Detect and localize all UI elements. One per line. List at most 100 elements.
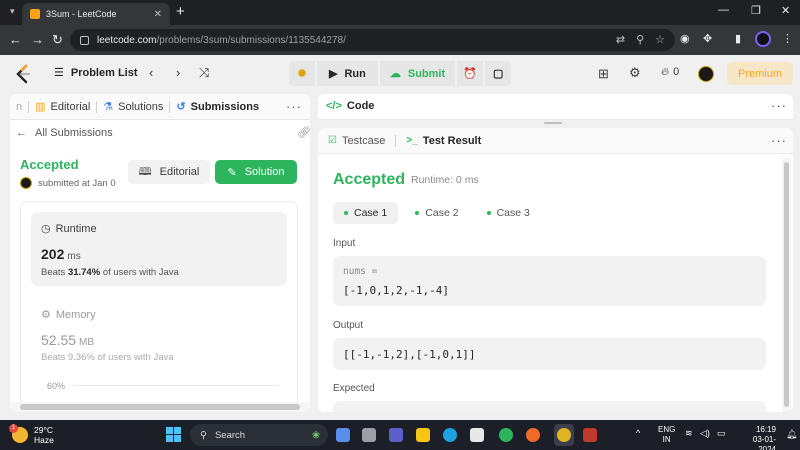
zoom-icon[interactable]: ⚲: [636, 33, 644, 46]
battery-icon[interactable]: ▭: [717, 428, 726, 439]
book-icon: ▥: [35, 101, 46, 113]
result-more-options-icon[interactable]: ···: [771, 133, 787, 148]
bookmark-star-icon[interactable]: ☆: [655, 33, 665, 46]
streak-counter[interactable]: 🔥︎ 0: [661, 66, 679, 79]
browser-profile-avatar[interactable]: [755, 31, 771, 47]
weather-condition: Haze: [34, 435, 54, 445]
tab-search-icon[interactable]: ▾: [10, 6, 22, 18]
tab-testcase[interactable]: ☑ Testcase: [318, 135, 395, 147]
chrome-menu-icon[interactable]: ⋮: [782, 32, 793, 45]
code-panel-header: </> Code ···: [318, 94, 793, 120]
tab-solutions[interactable]: ⚗ Solutions: [97, 94, 169, 120]
maximize-icon[interactable]: ❐: [751, 4, 761, 17]
share-link-icon[interactable]: 🔗︎: [297, 126, 310, 139]
panel-resize-handle[interactable]: [544, 122, 562, 124]
forward-icon[interactable]: →: [31, 31, 44, 49]
next-problem-icon[interactable]: ›: [176, 65, 180, 80]
start-windows-icon[interactable]: [166, 427, 181, 442]
new-tab-button[interactable]: +: [176, 4, 185, 20]
browser-tab[interactable]: 3Sum - LeetCode ✕: [22, 3, 170, 25]
teams-app-icon[interactable]: [389, 428, 403, 442]
case-tab-1[interactable]: Case 1: [333, 202, 399, 224]
taskbar-search[interactable]: ⚲ Search ❀: [190, 424, 328, 446]
bug-icon: ✹: [297, 68, 307, 80]
timer-button[interactable]: ⏰: [457, 61, 484, 86]
file-explorer-icon[interactable]: [416, 428, 430, 442]
layout-grid-icon[interactable]: ⊞: [598, 66, 609, 82]
horizontal-scrollbar[interactable]: [10, 402, 310, 412]
reload-icon[interactable]: ↻: [52, 31, 63, 49]
runtime-value: 202: [41, 246, 65, 262]
runtime-unit: ms: [67, 251, 81, 262]
notification-bell-icon[interactable]: 🔔︎: [786, 429, 797, 440]
scrollbar-thumb[interactable]: [20, 404, 300, 410]
user-avatar[interactable]: [698, 66, 714, 82]
submit-button[interactable]: ☁ Submit: [379, 61, 456, 86]
fire-icon: 🔥︎: [661, 66, 670, 78]
side-panel-icon[interactable]: ▮: [735, 32, 741, 45]
store-app-icon[interactable]: [470, 428, 484, 442]
all-submissions-link[interactable]: ← All Submissions: [16, 127, 113, 139]
output-label: Output: [333, 320, 364, 331]
back-icon[interactable]: ←: [9, 31, 22, 49]
tab-editorial[interactable]: ▥ Editorial: [29, 94, 96, 120]
problem-list-button[interactable]: ☰ Problem List: [54, 66, 138, 80]
close-tab-icon[interactable]: ✕: [154, 9, 162, 20]
system-clock[interactable]: 16:19 03-01-2024: [736, 425, 776, 450]
notes-button[interactable]: ▢: [485, 61, 512, 86]
edge-browser-icon[interactable]: [443, 428, 457, 442]
case-tab-3[interactable]: Case 3: [476, 202, 541, 224]
tray-overflow-icon[interactable]: ^: [636, 428, 640, 438]
settings-gear-icon[interactable]: ⚙: [629, 65, 641, 81]
wifi-icon[interactable]: ≋: [685, 428, 693, 439]
green-app-icon[interactable]: [499, 428, 513, 442]
sun-haze-icon: 1: [9, 424, 28, 443]
case-tab-2[interactable]: Case 2: [404, 202, 469, 224]
console-tabs: ☑ Testcase >_ Test Result: [318, 128, 793, 154]
pass-dot-icon: [415, 211, 420, 215]
memory-stat[interactable]: ⚙ Memory: [41, 308, 96, 322]
site-info-icon[interactable]: [80, 35, 89, 45]
prev-problem-icon[interactable]: ‹: [149, 65, 153, 80]
extension-colorful-icon[interactable]: ◉: [680, 32, 690, 45]
debug-button[interactable]: ✹: [289, 61, 315, 86]
copilot-app-icon[interactable]: [336, 428, 350, 442]
submitter-avatar[interactable]: [20, 177, 32, 189]
memory-value: 52.55: [41, 332, 77, 348]
language-indicator[interactable]: ENG IN: [658, 425, 675, 445]
chip-icon: ⚙: [41, 309, 51, 321]
browser-tab-title: 3Sum - LeetCode: [46, 9, 117, 19]
chrome-app-icon[interactable]: [557, 428, 571, 442]
tab-submissions[interactable]: ↺ Submissions: [170, 94, 265, 120]
orange-app-icon[interactable]: [526, 428, 540, 442]
input-variable: nums =: [343, 266, 378, 277]
runtime-stat[interactable]: ◷ Runtime 202 ms Beats 31.74% of users wi…: [31, 212, 287, 286]
result-runtime: Runtime: 0 ms: [411, 174, 479, 186]
premium-button[interactable]: Premium: [727, 62, 793, 85]
submitted-info: submitted at Jan 0: [20, 177, 116, 189]
leetcode-logo-icon[interactable]: [14, 64, 32, 84]
tab-description-partial[interactable]: n: [10, 94, 28, 120]
minimize-icon[interactable]: —: [718, 4, 729, 16]
translate-icon[interactable]: ⇄: [616, 33, 625, 46]
scrollbar-thumb[interactable]: [784, 162, 789, 407]
run-button[interactable]: ▶ Run: [317, 61, 378, 86]
tab-test-result[interactable]: >_ Test Result: [396, 135, 491, 147]
volume-icon[interactable]: ◁): [700, 428, 710, 439]
solution-button[interactable]: ✎ Solution: [215, 160, 297, 184]
extensions-puzzle-icon[interactable]: ✥: [703, 32, 712, 45]
vertical-scrollbar[interactable]: [782, 158, 791, 412]
more-options-icon[interactable]: ···: [286, 99, 302, 114]
weather-widget[interactable]: 1 29°C Haze: [9, 424, 54, 445]
address-bar[interactable]: leetcode.com/problems/3sum/submissions/1…: [70, 29, 675, 51]
browser-toolbar: ← → ↻ leetcode.com/problems/3sum/submiss…: [0, 25, 800, 55]
shuffle-icon[interactable]: ⤨: [199, 65, 209, 81]
task-view-icon[interactable]: [362, 428, 376, 442]
submission-panel: n ▥ Editorial ⚗ Solutions ↺ Submissions …: [10, 94, 310, 412]
temperature: 29°C: [34, 425, 53, 435]
pass-dot-icon: [344, 211, 348, 215]
code-more-options-icon[interactable]: ···: [771, 98, 787, 113]
window-close-icon[interactable]: ✕: [781, 4, 790, 17]
editorial-button[interactable]: 🕮 Editorial: [128, 160, 210, 184]
code-editor-app-icon[interactable]: [583, 428, 597, 442]
